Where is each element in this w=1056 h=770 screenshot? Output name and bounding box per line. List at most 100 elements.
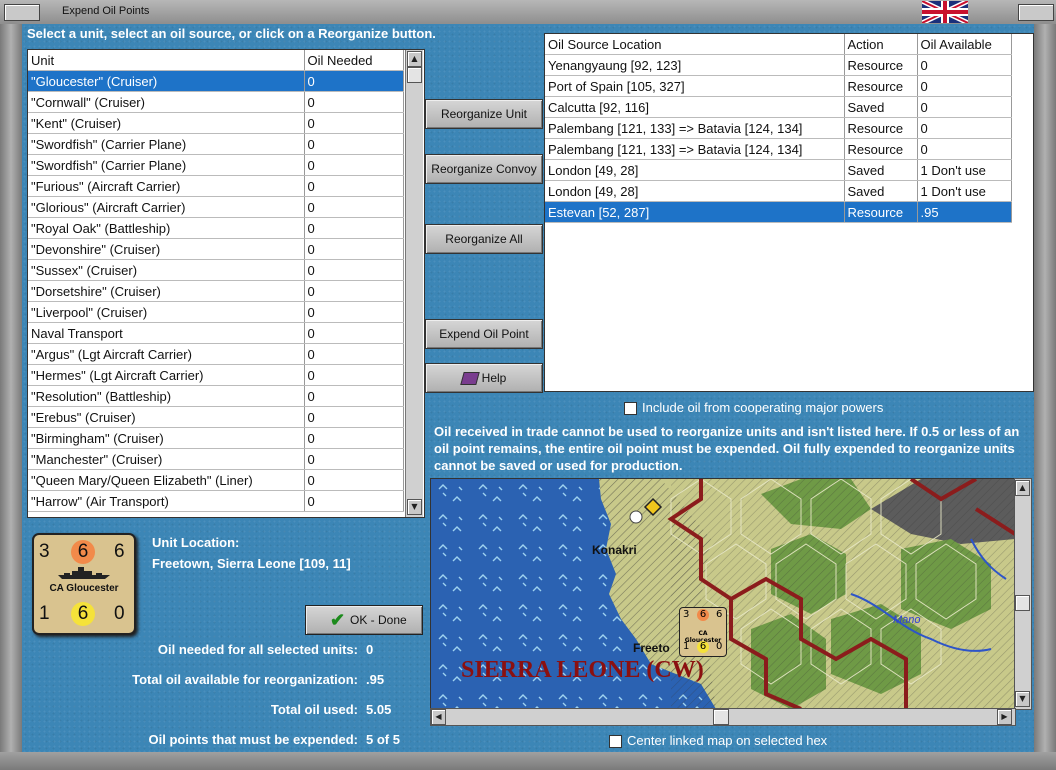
instruction-text: Select a unit, select an oil source, or … — [27, 26, 436, 41]
units-header-oil-needed[interactable]: Oil Needed — [304, 50, 404, 71]
map-horizontal-scrollbar[interactable]: ◀ ▶ — [430, 708, 1016, 726]
help-button[interactable]: Help — [425, 363, 543, 393]
map-city-freetown: Freeto — [633, 641, 670, 655]
unit-row[interactable]: "Erebus" (Cruiser) 0 — [28, 406, 404, 428]
unit-row[interactable]: "Birmingham" (Cruiser) 0 — [28, 427, 404, 449]
mini-counter-top-left: 3 — [683, 609, 690, 620]
system-menu-button[interactable] — [4, 4, 40, 21]
map-scroll-right-icon[interactable]: ▶ — [997, 709, 1012, 725]
reorganize-all-button[interactable]: Reorganize All — [425, 224, 543, 254]
unit-cell: "Kent" (Cruiser) — [28, 112, 305, 134]
unit-row[interactable]: "Gloucester" (Cruiser) 0 — [28, 70, 404, 92]
map-scroll-down-icon[interactable]: ▼ — [1015, 691, 1030, 707]
map-unit-counter[interactable]: 3 6 6 CA Gloucester 1 6 0 — [679, 607, 727, 657]
oil-header-action[interactable]: Action — [844, 34, 918, 55]
mini-counter-bottom-left: 1 — [683, 641, 690, 652]
map-vscroll-thumb[interactable] — [1015, 595, 1030, 611]
total-used-value: 5.05 — [366, 702, 392, 717]
oil-source-cell: Calcutta [92, 116] — [545, 96, 845, 118]
unit-row[interactable]: "Royal Oak" (Battleship) 0 — [28, 217, 404, 239]
unit-cell: "Devonshire" (Cruiser) — [28, 238, 305, 260]
scroll-down-icon[interactable]: ▼ — [407, 499, 422, 515]
oil-source-cell: Estevan [52, 287] — [545, 201, 845, 223]
oil-source-cell: London [49, 28] — [545, 159, 845, 181]
center-map-label: Center linked map on selected hex — [627, 733, 828, 748]
oil-source-cell: Resource — [844, 201, 918, 223]
units-scrollbar[interactable]: ▲ ▼ — [405, 50, 423, 517]
maximize-button[interactable] — [1018, 4, 1054, 21]
oil-source-row[interactable]: London [49, 28] Saved 1 Don't use — [545, 180, 1012, 202]
unit-row[interactable]: "Queen Mary/Queen Elizabeth" (Liner) 0 — [28, 469, 404, 491]
oil-header-location[interactable]: Oil Source Location — [545, 34, 845, 55]
scroll-up-icon[interactable]: ▲ — [407, 51, 422, 67]
oil-source-cell: Resource — [844, 75, 918, 97]
oil-source-cell: Resource — [844, 138, 918, 160]
reorganize-convoy-button[interactable]: Reorganize Convoy — [425, 154, 543, 184]
map-scroll-up-icon[interactable]: ▲ — [1015, 480, 1030, 496]
units-table[interactable]: Unit Oil Needed "Gloucester" (Cruiser) 0 "… — [27, 49, 425, 518]
scroll-thumb[interactable] — [407, 67, 422, 83]
counter-move-circle: 6 — [71, 602, 95, 626]
oil-source-row[interactable]: Palembang [121, 133] => Batavia [124, 13… — [545, 117, 1012, 139]
oil-source-row[interactable]: Estevan [52, 287] Resource .95 — [545, 201, 1012, 223]
ok-done-button[interactable]: ✔ OK - Done — [305, 605, 423, 635]
unit-cell: "Argus" (Lgt Aircraft Carrier) — [28, 343, 305, 365]
unit-row[interactable]: "Devonshire" (Cruiser) 0 — [28, 238, 404, 260]
oil-source-row[interactable]: Calcutta [92, 116] Saved 0 — [545, 96, 1012, 118]
expend-oil-point-button[interactable]: Expend Oil Point — [425, 319, 543, 349]
oil-header-available[interactable]: Oil Available — [917, 34, 1012, 55]
unit-cell: 0 — [304, 133, 404, 155]
reorganize-unit-button[interactable]: Reorganize Unit — [425, 99, 543, 129]
unit-cell: 0 — [304, 343, 404, 365]
unit-cell: "Glorious" (Aircraft Carrier) — [28, 196, 305, 218]
oil-source-cell: London [49, 28] — [545, 180, 845, 202]
unit-row[interactable]: "Resolution" (Battleship) 0 — [28, 385, 404, 407]
map-vertical-scrollbar[interactable]: ▲ ▼ — [1014, 478, 1032, 710]
include-cooperating-label: Include oil from cooperating major power… — [642, 400, 884, 415]
uk-flag-icon — [922, 1, 968, 23]
oil-source-cell: 1 Don't use — [917, 159, 1012, 181]
unit-cell: "Cornwall" (Cruiser) — [28, 91, 305, 113]
unit-row[interactable]: Naval Transport 0 — [28, 322, 404, 344]
oil-source-row[interactable]: London [49, 28] Saved 1 Don't use — [545, 159, 1012, 181]
oil-needed-value: 0 — [366, 642, 374, 657]
center-map-checkbox[interactable] — [609, 735, 622, 748]
oil-note: Oil received in trade cannot be used to … — [434, 424, 1020, 473]
unit-cell: 0 — [304, 238, 404, 260]
bottom-frame — [0, 752, 1056, 770]
oil-source-cell: 0 — [917, 117, 1012, 139]
unit-row[interactable]: "Argus" (Lgt Aircraft Carrier) 0 — [28, 343, 404, 365]
cruiser-ship-icon — [58, 567, 110, 579]
oil-source-cell: Resource — [844, 54, 918, 76]
unit-row[interactable]: "Swordfish" (Carrier Plane) 0 — [28, 133, 404, 155]
left-frame — [0, 24, 22, 770]
oil-source-row[interactable]: Palembang [121, 133] => Batavia [124, 13… — [545, 138, 1012, 160]
units-header-unit[interactable]: Unit — [28, 50, 305, 71]
unit-row[interactable]: "Furious" (Aircraft Carrier) 0 — [28, 175, 404, 197]
unit-row[interactable]: "Dorsetshire" (Cruiser) 0 — [28, 280, 404, 302]
unit-row[interactable]: "Swordfish" (Carrier Plane) 0 — [28, 154, 404, 176]
unit-cell: "Gloucester" (Cruiser) — [28, 70, 305, 92]
must-expend-value: 5 of 5 — [366, 732, 400, 747]
unit-cell: 0 — [304, 406, 404, 428]
unit-row[interactable]: "Harrow" (Air Transport) 0 — [28, 490, 404, 512]
unit-row[interactable]: "Glorious" (Aircraft Carrier) 0 — [28, 196, 404, 218]
map-hscroll-thumb[interactable] — [713, 709, 729, 725]
oil-source-row[interactable]: Port of Spain [105, 327] Resource 0 — [545, 75, 1012, 97]
oil-source-cell: 1 Don't use — [917, 180, 1012, 202]
unit-row[interactable]: "Sussex" (Cruiser) 0 — [28, 259, 404, 281]
oil-source-table[interactable]: Oil Source Location Action Oil Available… — [544, 33, 1034, 392]
unit-row[interactable]: "Hermes" (Lgt Aircraft Carrier) 0 — [28, 364, 404, 386]
unit-row[interactable]: "Kent" (Cruiser) 0 — [28, 112, 404, 134]
unit-row[interactable]: "Manchester" (Cruiser) 0 — [28, 448, 404, 470]
oil-source-cell: Port of Spain [105, 327] — [545, 75, 845, 97]
counter-defense-value: 6 — [114, 541, 125, 562]
unit-row[interactable]: "Cornwall" (Cruiser) 0 — [28, 91, 404, 113]
mini-counter-top-mid: 6 — [697, 609, 709, 621]
unit-cell: 0 — [304, 490, 404, 512]
map-scroll-left-icon[interactable]: ◀ — [431, 709, 446, 725]
include-cooperating-checkbox[interactable] — [624, 402, 637, 415]
unit-row[interactable]: "Liverpool" (Cruiser) 0 — [28, 301, 404, 323]
linked-map[interactable]: Konakri Freeto Mano SIERRA LEONE (CW) 3 … — [430, 478, 1016, 710]
oil-source-row[interactable]: Yenangyaung [92, 123] Resource 0 — [545, 54, 1012, 76]
